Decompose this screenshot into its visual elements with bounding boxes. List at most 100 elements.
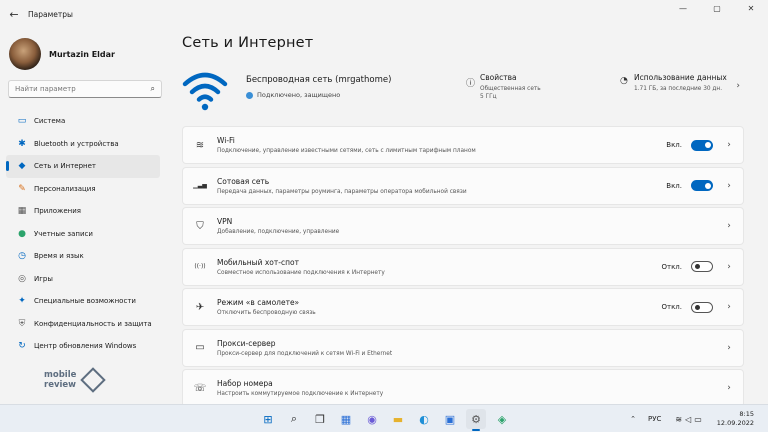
chevron-right-icon[interactable]: › bbox=[723, 302, 735, 312]
taskbar-maps-icon[interactable]: ◈ bbox=[492, 409, 512, 429]
toggle-state-label: Откл. bbox=[661, 303, 682, 311]
close-icon[interactable]: ✕ bbox=[734, 0, 768, 20]
taskbar-widgets-icon[interactable]: ▦ bbox=[336, 409, 356, 429]
card-icon: ≋ bbox=[195, 139, 205, 151]
card-subtitle: Отключить беспроводную связь bbox=[217, 310, 316, 316]
sidebar-item-icon: ⛨ bbox=[18, 318, 26, 329]
clock[interactable]: 8:15 12.09.2022 bbox=[717, 410, 754, 428]
maximize-icon[interactable]: ▢ bbox=[700, 0, 734, 20]
chevron-right-icon[interactable]: › bbox=[736, 81, 740, 91]
sidebar-item-5[interactable]: ● Учетные записи bbox=[6, 223, 160, 246]
chevron-right-icon[interactable]: › bbox=[723, 181, 735, 191]
minimize-icon[interactable]: — bbox=[666, 0, 700, 20]
card-subtitle: Добавление, подключение, управление bbox=[217, 229, 340, 235]
data-usage-icon: ◔ bbox=[620, 76, 628, 86]
globe-icon bbox=[246, 91, 253, 99]
taskbar-start-icon[interactable]: ⊞ bbox=[258, 409, 278, 429]
card-subtitle: Настроить коммутируемое подключение к Ин… bbox=[217, 391, 384, 397]
info-icon: ⓘ bbox=[466, 79, 476, 89]
toggle-switch[interactable] bbox=[691, 139, 713, 151]
card-text: VPN Добавление, подключение, управление bbox=[217, 217, 723, 235]
taskbar-search-icon[interactable]: ⌕ bbox=[284, 409, 304, 429]
search-box[interactable]: ⌕ bbox=[8, 80, 162, 98]
card-icon: ▭ bbox=[195, 342, 205, 353]
sidebar-item-label: Специальные возможности bbox=[34, 297, 136, 306]
toggle-state-label: Вкл. bbox=[666, 141, 682, 149]
toggle-switch[interactable] bbox=[691, 261, 713, 272]
chevron-right-icon[interactable]: › bbox=[723, 140, 735, 150]
sidebar-item-10[interactable]: ↻ Центр обновления Windows bbox=[6, 335, 160, 358]
sidebar-item-8[interactable]: ✦ Специальные возможности bbox=[6, 290, 160, 313]
sidebar-item-3[interactable]: ✎ Персонализация bbox=[6, 178, 160, 201]
card-text: Прокси-сервер Прокси-сервер для подключен… bbox=[217, 339, 723, 357]
volume-icon[interactable]: ◁ bbox=[685, 415, 694, 424]
sidebar-item-2[interactable]: ◆ Сеть и Интернет bbox=[6, 155, 160, 178]
sidebar-item-icon: ◆ bbox=[18, 161, 26, 172]
taskbar-task-view-icon[interactable]: ❐ bbox=[310, 409, 330, 429]
card-subtitle: Передача данных, параметры роуминга, пар… bbox=[217, 188, 467, 195]
toggle-switch[interactable] bbox=[691, 180, 713, 191]
properties-link[interactable]: ⓘ Свойства Общественная сеть 5 ГГц bbox=[466, 73, 541, 101]
card-title: Wi-Fi bbox=[217, 136, 235, 145]
settings-card-6[interactable]: ☏ Набор номера Настроить коммутируемое под… bbox=[182, 369, 744, 404]
card-text: Режим «в самолете» Отключить беспроводную… bbox=[217, 298, 661, 316]
sidebar-item-icon: ↻ bbox=[18, 341, 26, 352]
network-hero: Беспроводная сеть (mrgathome) Подключено… bbox=[182, 67, 744, 127]
search-icon[interactable]: ⌕ bbox=[151, 84, 155, 94]
sidebar-item-6[interactable]: ◷ Время и язык bbox=[6, 245, 160, 268]
sidebar-item-0[interactable]: ▭ Система bbox=[6, 110, 160, 133]
card-title: Набор номера bbox=[217, 379, 273, 388]
card-title: VPN bbox=[217, 217, 233, 226]
clock-date: 12.09.2022 bbox=[716, 419, 754, 427]
taskbar-chat-icon[interactable]: ◉ bbox=[362, 409, 382, 429]
window-title: Параметры bbox=[28, 9, 73, 19]
tray-icons[interactable]: ≋◁▭ bbox=[675, 415, 704, 424]
language-indicator[interactable]: РУС bbox=[648, 415, 661, 423]
toggle-switch[interactable] bbox=[691, 301, 713, 313]
data-usage-link[interactable]: ◔ Использование данных 1.71 ГБ, за после… bbox=[620, 73, 727, 93]
sidebar-item-7[interactable]: ◎ Игры bbox=[6, 268, 160, 291]
system-tray: ⌃ РУС ≋◁▭ 8:15 12.09.2022 bbox=[630, 405, 768, 432]
sidebar-item-label: Время и язык bbox=[34, 252, 84, 261]
taskbar-file-explorer-icon[interactable]: ▬ bbox=[388, 409, 408, 429]
taskbar-edge-icon[interactable]: ◐ bbox=[414, 409, 434, 429]
watermark-logo: mobile review bbox=[44, 367, 107, 393]
chevron-right-icon[interactable]: › bbox=[723, 383, 735, 393]
card-icon: ☏ bbox=[193, 382, 207, 394]
avatar bbox=[9, 38, 41, 70]
settings-card-4[interactable]: ✈ Режим «в самолете» Отключить беспроводну… bbox=[182, 288, 744, 326]
settings-card-3[interactable]: ((·)) Мобильный хот-спот Совместное исполь… bbox=[182, 247, 744, 286]
settings-card-0[interactable]: ≋ Wi-Fi Подключение, управление известными… bbox=[182, 126, 744, 164]
sidebar-item-9[interactable]: ⛨ Конфиденциальность и защита bbox=[6, 313, 160, 336]
wifi-icon[interactable]: ≋ bbox=[675, 415, 685, 424]
sidebar-item-label: Приложения bbox=[34, 207, 81, 216]
taskbar-apps: ⊞ ⌕ ❐ ▦ ◉ ▬ ◐ ▣ ⚙ ◈ bbox=[258, 409, 518, 431]
settings-card-1[interactable]: ▁▃▅ Сотовая сеть Передача данных, параметр… bbox=[182, 166, 744, 205]
toggle-state-label: Откл. bbox=[661, 262, 682, 271]
sidebar-item-1[interactable]: ✱ Bluetooth и устройства bbox=[6, 133, 160, 156]
chevron-up-icon[interactable]: ⌃ bbox=[630, 415, 636, 423]
sidebar-item-label: Игры bbox=[34, 274, 53, 283]
settings-card-5[interactable]: ▭ Прокси-сервер Прокси-сервер для подключе… bbox=[182, 328, 744, 367]
toggle-state-label: Вкл. bbox=[666, 181, 682, 190]
chevron-right-icon[interactable]: › bbox=[723, 262, 735, 272]
battery-icon[interactable]: ▭ bbox=[694, 415, 705, 424]
chevron-right-icon[interactable]: › bbox=[723, 343, 735, 353]
taskbar-settings-icon[interactable]: ⚙ bbox=[466, 409, 486, 431]
main-content: Сеть и Интернет Беспроводная сеть (mrgat… bbox=[182, 28, 744, 404]
chevron-right-icon[interactable]: › bbox=[723, 221, 735, 231]
search-input[interactable] bbox=[15, 85, 151, 93]
settings-card-2[interactable]: ⛉ VPN Добавление, подключение, управление › bbox=[182, 207, 744, 245]
sidebar-item-icon: ● bbox=[18, 228, 26, 239]
taskbar-store-icon[interactable]: ▣ bbox=[440, 409, 460, 429]
sidebar-item-icon: ▦ bbox=[17, 206, 27, 217]
sidebar-item-label: Bluetooth и устройства bbox=[34, 139, 119, 148]
clock-time: 8:15 bbox=[739, 410, 754, 418]
sidebar-item-icon: ✱ bbox=[18, 138, 26, 149]
sidebar-item-icon: ◎ bbox=[18, 273, 26, 284]
sidebar-item-icon: ✎ bbox=[18, 183, 26, 194]
back-arrow-icon[interactable]: ← bbox=[0, 8, 28, 21]
profile[interactable]: Murtazin Eldar bbox=[0, 28, 170, 74]
sidebar-item-4[interactable]: ▦ Приложения bbox=[6, 200, 160, 223]
card-icon: ✈ bbox=[195, 301, 205, 313]
